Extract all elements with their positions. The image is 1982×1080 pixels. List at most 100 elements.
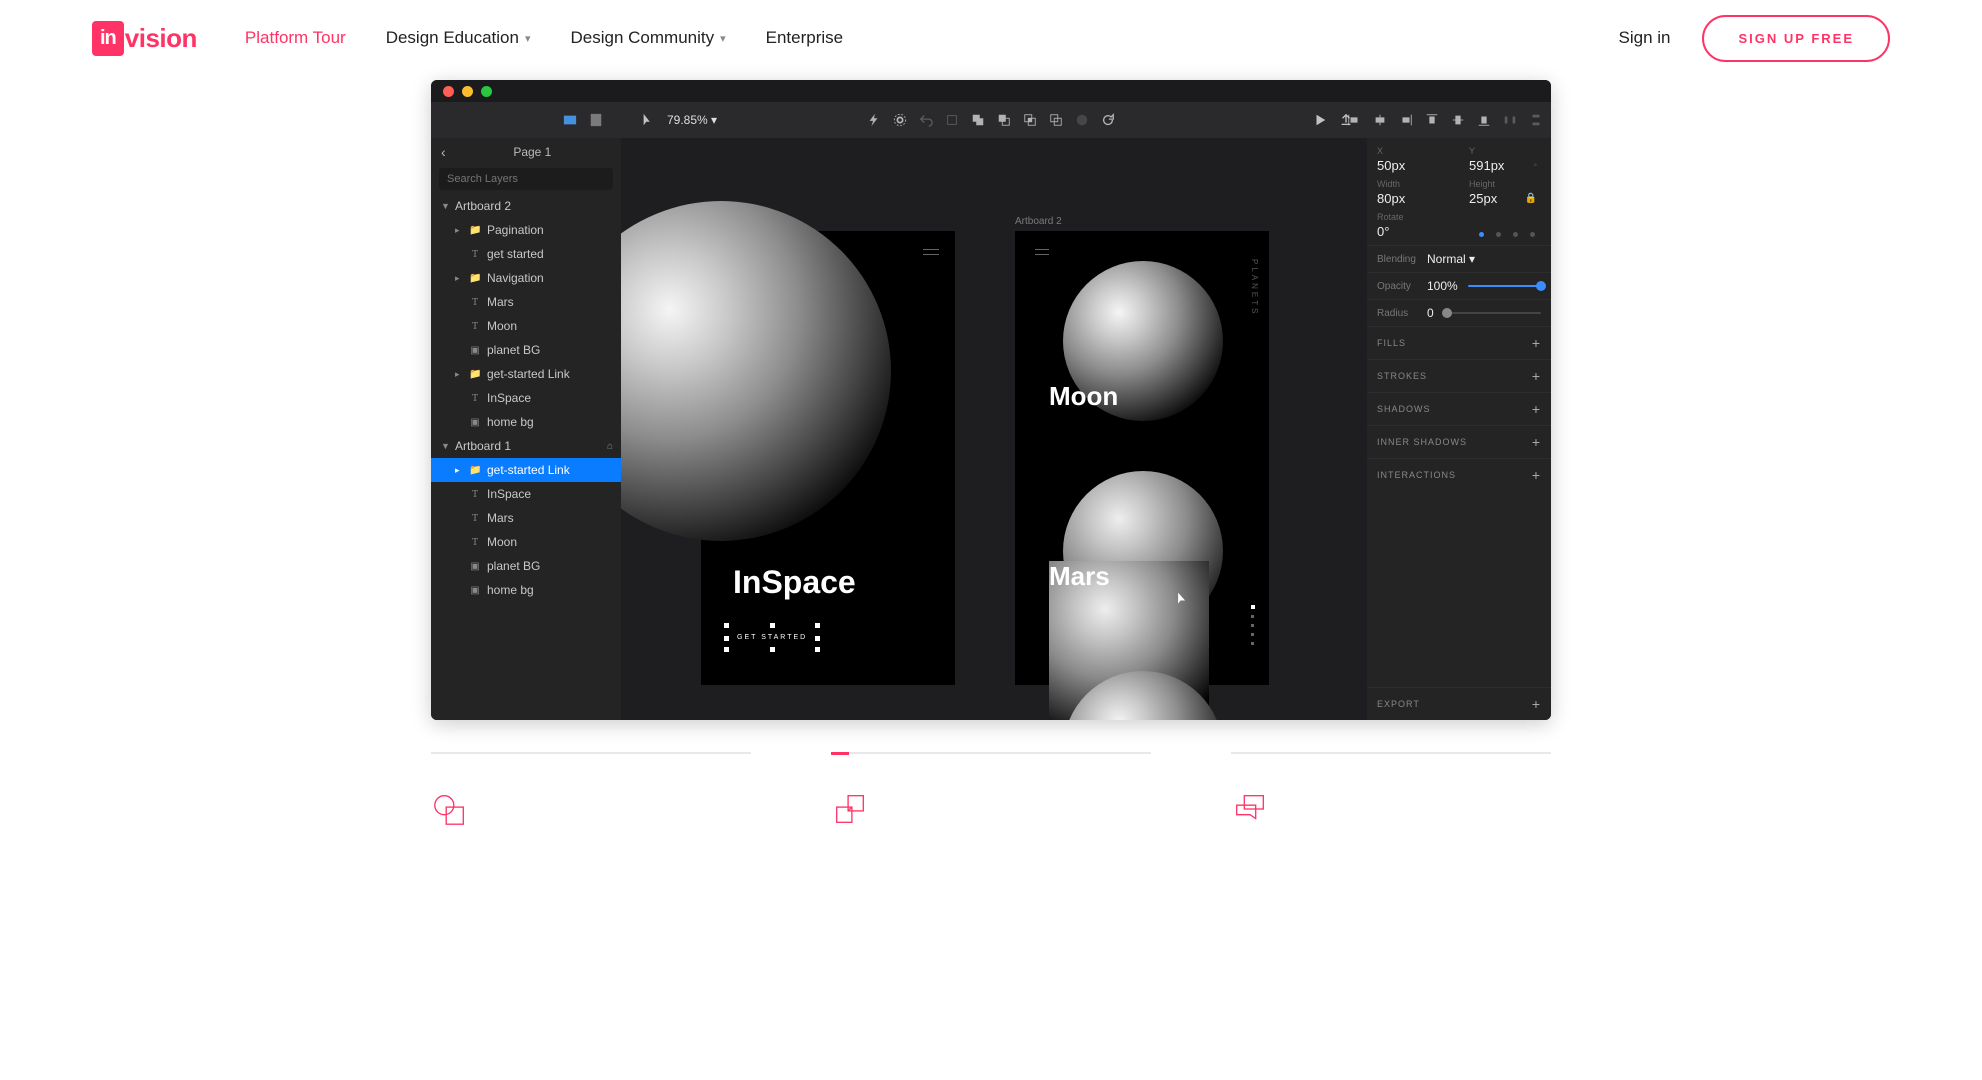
rotate-value[interactable]: 0° bbox=[1377, 224, 1441, 239]
signup-button[interactable]: SIGN UP FREE bbox=[1702, 15, 1890, 62]
align-right-icon[interactable] bbox=[1399, 113, 1413, 127]
cursor-icon[interactable] bbox=[641, 113, 655, 127]
radius-row[interactable]: Radius 0 bbox=[1367, 299, 1551, 326]
crop-icon[interactable] bbox=[945, 113, 959, 127]
plus-icon[interactable]: + bbox=[1532, 401, 1541, 417]
artboard-1[interactable]: InSpace GET STARTED bbox=[701, 231, 955, 685]
layer-row[interactable]: TMoon bbox=[431, 530, 621, 554]
search-layers-input[interactable] bbox=[439, 168, 613, 190]
nav-enterprise[interactable]: Enterprise bbox=[766, 28, 843, 48]
zoom-level[interactable]: 79.85% ▾ bbox=[667, 113, 717, 127]
logo-word: vision bbox=[125, 23, 197, 54]
inspector-section[interactable]: STROKES+ bbox=[1367, 359, 1551, 392]
difference-icon[interactable] bbox=[1049, 113, 1063, 127]
home-artboard-icon[interactable]: ⌂ bbox=[607, 441, 613, 452]
layer-row[interactable]: ▣planet BG bbox=[431, 554, 621, 578]
opacity-row[interactable]: Opacity 100% bbox=[1367, 272, 1551, 299]
play-icon[interactable] bbox=[1313, 113, 1327, 127]
height-label: Height bbox=[1469, 179, 1533, 189]
layer-row[interactable]: ▣home bg bbox=[431, 410, 621, 434]
layer-row[interactable]: TInSpace bbox=[431, 386, 621, 410]
layer-row[interactable]: TMars bbox=[431, 290, 621, 314]
inspector-section[interactable]: FILLS+ bbox=[1367, 326, 1551, 359]
x-value[interactable]: 50px bbox=[1377, 158, 1441, 173]
opacity-slider[interactable] bbox=[1468, 285, 1541, 287]
back-icon[interactable]: ‹ bbox=[441, 144, 446, 160]
library-icon[interactable] bbox=[563, 113, 577, 127]
layer-row[interactable]: ▣planet BG bbox=[431, 338, 621, 362]
feature-card[interactable] bbox=[831, 752, 1151, 833]
traffic-close-icon[interactable] bbox=[443, 86, 454, 97]
inspector-panel: X50px Y591px ◦ Width80px Height25px 🔒 Ro… bbox=[1367, 138, 1551, 720]
inspector-section[interactable]: INNER SHADOWS+ bbox=[1367, 425, 1551, 458]
nav-platform-tour[interactable]: Platform Tour bbox=[245, 28, 346, 48]
subtract-icon[interactable] bbox=[997, 113, 1011, 127]
artboard-2[interactable]: PLANETS Moon Mars bbox=[1015, 231, 1269, 685]
layer-row[interactable]: TMoon bbox=[431, 314, 621, 338]
traffic-minimize-icon[interactable] bbox=[462, 86, 473, 97]
get-started-selected[interactable]: GET STARTED bbox=[731, 630, 813, 645]
layer-row[interactable]: ▸📁get-started Link bbox=[431, 362, 621, 386]
selection-handles[interactable] bbox=[727, 626, 817, 649]
feature-card[interactable] bbox=[1231, 752, 1551, 833]
intersect-icon[interactable] bbox=[1023, 113, 1037, 127]
canvas[interactable]: ⌂ Artboard 1 InSpace GET STARTED Artboar… bbox=[621, 138, 1367, 720]
plus-icon[interactable]: + bbox=[1532, 335, 1541, 351]
inspector-section[interactable]: SHADOWS+ bbox=[1367, 392, 1551, 425]
plus-icon[interactable]: + bbox=[1532, 434, 1541, 450]
gear-icon[interactable] bbox=[893, 113, 907, 127]
layer-row[interactable]: TInSpace bbox=[431, 482, 621, 506]
export-section[interactable]: EXPORT+ bbox=[1367, 687, 1551, 720]
align-hcenter-icon[interactable] bbox=[1373, 113, 1387, 127]
artboard-row[interactable]: ▼Artboard 2 bbox=[431, 194, 621, 218]
distribute-v-icon[interactable] bbox=[1529, 113, 1543, 127]
plus-icon[interactable]: + bbox=[1532, 467, 1541, 483]
layers-panel: ‹ Page 1 ▼Artboard 2 ▸📁PaginationTget st… bbox=[431, 138, 621, 720]
layer-row[interactable]: ▸📁get-started Link bbox=[431, 458, 621, 482]
rotate-label: Rotate bbox=[1377, 212, 1441, 222]
align-top-icon[interactable] bbox=[1425, 113, 1439, 127]
union-icon[interactable] bbox=[971, 113, 985, 127]
distribute-h-icon[interactable] bbox=[1503, 113, 1517, 127]
y-value[interactable]: 591px bbox=[1469, 158, 1533, 173]
artboard-label[interactable]: Artboard 2 bbox=[1015, 216, 1062, 227]
width-value[interactable]: 80px bbox=[1377, 191, 1441, 206]
align-bottom-icon[interactable] bbox=[1477, 113, 1491, 127]
chevron-down-icon: ▾ bbox=[525, 32, 531, 45]
hamburger-icon bbox=[1035, 249, 1049, 259]
radius-slider[interactable] bbox=[1444, 312, 1541, 314]
plus-icon[interactable]: + bbox=[1532, 696, 1541, 712]
inspector-section[interactable]: INTERACTIONS+ bbox=[1367, 458, 1551, 491]
mask-icon[interactable] bbox=[1075, 113, 1089, 127]
rotate-presets[interactable] bbox=[1479, 232, 1535, 237]
layer-row[interactable]: ▸📁Pagination bbox=[431, 218, 621, 242]
feature-strip bbox=[431, 752, 1551, 833]
aspect-lock-icon[interactable]: ◦ bbox=[1533, 160, 1537, 171]
layer-row[interactable]: ▣home bg bbox=[431, 578, 621, 602]
y-label: Y bbox=[1469, 146, 1533, 156]
layer-row[interactable]: ▸📁Navigation bbox=[431, 266, 621, 290]
chat-icon bbox=[1231, 790, 1551, 833]
refresh-icon[interactable] bbox=[1101, 113, 1115, 127]
bolt-icon[interactable] bbox=[867, 113, 881, 127]
logo[interactable]: in vision bbox=[92, 21, 197, 56]
page-icon[interactable] bbox=[589, 113, 603, 127]
artboard-row[interactable]: ▼Artboard 1 ⌂ bbox=[431, 434, 621, 458]
signin-link[interactable]: Sign in bbox=[1619, 28, 1671, 48]
logo-badge: in bbox=[92, 21, 124, 56]
undo-icon[interactable] bbox=[919, 113, 933, 127]
planets-label: PLANETS bbox=[1250, 259, 1259, 316]
blending-row[interactable]: Blending Normal ▾ bbox=[1367, 245, 1551, 272]
nav-design-community[interactable]: Design Community ▾ bbox=[571, 28, 726, 48]
layer-row[interactable]: TMars bbox=[431, 506, 621, 530]
plus-icon[interactable]: + bbox=[1532, 368, 1541, 384]
feature-card[interactable] bbox=[431, 752, 751, 833]
size-lock-icon[interactable]: 🔒 bbox=[1525, 193, 1537, 204]
align-left-icon[interactable] bbox=[1347, 113, 1361, 127]
align-vcenter-icon[interactable] bbox=[1451, 113, 1465, 127]
nav-design-education[interactable]: Design Education ▾ bbox=[386, 28, 531, 48]
height-value[interactable]: 25px bbox=[1469, 191, 1533, 206]
layer-row[interactable]: Tget started bbox=[431, 242, 621, 266]
page-title[interactable]: Page 1 bbox=[454, 145, 611, 159]
traffic-zoom-icon[interactable] bbox=[481, 86, 492, 97]
